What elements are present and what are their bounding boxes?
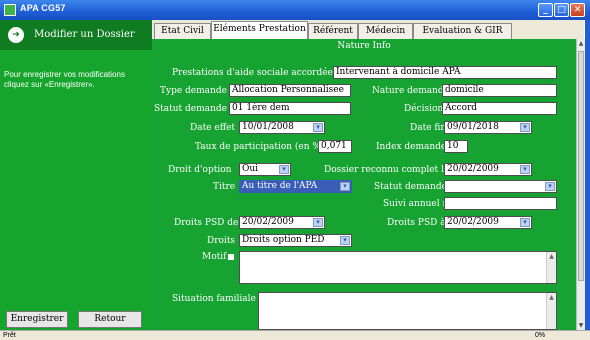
date-fin-field[interactable]: 09/01/2018 ▾ (444, 121, 532, 134)
prestations-field[interactable]: Intervenant à domicile APA (333, 66, 557, 79)
scrollbar-thumb[interactable] (578, 51, 584, 281)
droits-psd-a-value: 20/02/2009 (447, 217, 499, 227)
section-title: Nature Info (337, 41, 391, 51)
scroll-up-icon[interactable]: ▲ (547, 293, 556, 303)
droits-value: Droits option PED (242, 235, 325, 245)
arrow-icon: ➜ (8, 27, 24, 43)
motif-checkbox[interactable] (228, 254, 234, 260)
statut-demande2-label: Statut demande (374, 182, 447, 192)
sidebar: ➜ Modifier un Dossier Pour enregistrer v… (0, 20, 152, 330)
window-border (585, 20, 590, 330)
status-progress: 0% (535, 332, 546, 339)
status-text: Prêt (3, 332, 16, 339)
index-demande-label: Index demande (376, 142, 447, 152)
chevron-down-icon[interactable]: ▾ (279, 165, 289, 174)
droits-psd-de-field[interactable]: 20/02/2009 ▾ (239, 216, 325, 229)
scroll-up-icon[interactable]: ▲ (547, 252, 556, 262)
droit-option-label: Droit d'option (168, 165, 232, 175)
motif-scrollbar[interactable]: ▲ (546, 252, 556, 283)
decision-field[interactable]: Accord (442, 102, 557, 115)
statut-demande2-select[interactable]: ▾ (444, 180, 557, 193)
tab-referent[interactable]: Référent (308, 23, 358, 39)
suivi-annuel-label: Suivi annuel n° (383, 199, 453, 209)
statut-demande-field[interactable]: 01 1ère dem (229, 102, 351, 115)
dossier-reconnu-label: Dossier reconnu complet le (324, 165, 450, 175)
type-demande-label: Type demande (160, 86, 227, 96)
droits-label: Droits (207, 236, 236, 246)
chevron-down-icon[interactable]: ▾ (520, 218, 530, 227)
droits-psd-de-value: 20/02/2009 (242, 217, 294, 227)
window-title: APA CG57 (20, 3, 66, 13)
suivi-annuel-field[interactable] (444, 197, 557, 210)
form-panel: Nature Info Prestations d'aide sociale a… (152, 39, 576, 330)
titre-select[interactable]: Au titre de l'APA ▾ (239, 180, 352, 193)
dossier-reconnu-value: 20/02/2009 (447, 164, 499, 174)
save-button[interactable]: Enregistrer (6, 311, 68, 328)
chevron-down-icon[interactable]: ▾ (520, 165, 530, 174)
tab-elements-prestation[interactable]: Eléments Prestation (211, 21, 308, 40)
droits-select[interactable]: Droits option PED ▾ (239, 234, 352, 247)
droits-psd-a-field[interactable]: 20/02/2009 ▾ (444, 216, 532, 229)
situation-familiale-label: Situation familiale (172, 294, 256, 304)
motif-textarea[interactable]: ▲ (239, 251, 557, 284)
nature-demande-field[interactable]: domicile (442, 84, 557, 97)
scroll-up-icon[interactable]: ▲ (577, 39, 585, 48)
tab-etat-civil[interactable]: Etat Civil (154, 23, 211, 39)
sidebar-title: Modifier un Dossier (34, 29, 135, 40)
close-button[interactable]: ✕ (570, 3, 585, 17)
date-effet-value: 10/01/2008 (242, 122, 294, 132)
statut-demande-label: Statut demande (154, 104, 227, 114)
tab-medecin[interactable]: Médecin (358, 23, 413, 39)
chevron-down-icon[interactable]: ▾ (313, 123, 323, 132)
date-fin-label: Date fin (410, 123, 447, 133)
chevron-down-icon[interactable]: ▾ (313, 218, 323, 227)
nature-demande-label: Nature demande (372, 86, 450, 96)
main-scrollbar[interactable]: ▲ ▼ (576, 39, 585, 330)
date-fin-value: 09/01/2018 (447, 122, 499, 132)
back-button[interactable]: Retour (78, 311, 142, 328)
sidebar-header: ➜ Modifier un Dossier (0, 20, 152, 50)
chevron-down-icon[interactable]: ▾ (340, 182, 350, 191)
droits-psd-de-label: Droits PSD de (174, 218, 239, 228)
status-bar: Prêt 0% (0, 330, 590, 340)
app-icon (4, 4, 16, 16)
titre-label: Titre (213, 182, 236, 192)
title-bar: APA CG57 _ □ ✕ (0, 0, 590, 20)
maximize-button[interactable]: □ (554, 3, 569, 17)
droit-option-select[interactable]: Oui ▾ (239, 163, 291, 176)
tab-bar: Etat Civil Eléments Prestation Référent … (152, 20, 584, 40)
prestations-label: Prestations d'aide sociale accordées (172, 68, 338, 78)
tab-evaluation-gir[interactable]: Evaluation & GIR (413, 23, 512, 39)
droits-psd-a-label: Droits PSD à (387, 218, 446, 228)
chevron-down-icon[interactable]: ▾ (545, 182, 555, 191)
motif-label: Motif (202, 252, 227, 262)
decision-label: Décision (404, 104, 444, 114)
index-demande-field[interactable]: 10 (444, 140, 468, 153)
droit-option-value: Oui (242, 164, 259, 174)
taux-label: Taux de participation (en %) (195, 142, 325, 152)
help-text: Pour enregistrer vos modifications cliqu… (4, 70, 125, 89)
date-effet-field[interactable]: 10/01/2008 ▾ (239, 121, 325, 134)
scroll-down-icon[interactable]: ▼ (577, 321, 585, 330)
dossier-reconnu-field[interactable]: 20/02/2009 ▾ (444, 163, 532, 176)
date-effet-label: Date effet (190, 123, 236, 133)
chevron-down-icon[interactable]: ▾ (520, 123, 530, 132)
chevron-down-icon[interactable]: ▾ (340, 236, 350, 245)
minimize-button[interactable]: _ (538, 3, 553, 17)
situation-familiale-textarea[interactable]: ▲ (258, 292, 557, 330)
titre-value: Au titre de l'APA (242, 181, 318, 191)
taux-field[interactable]: 0,071 (318, 140, 352, 153)
situation-scrollbar[interactable]: ▲ (546, 293, 556, 329)
type-demande-field[interactable]: Allocation Personnalisee (229, 84, 351, 97)
